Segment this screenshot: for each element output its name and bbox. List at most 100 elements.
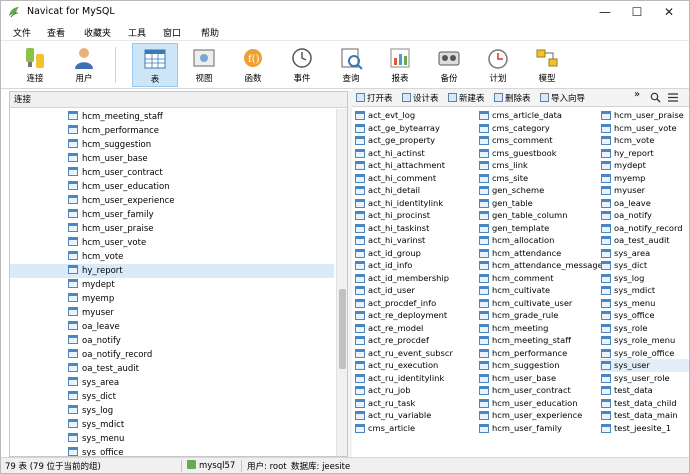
tree-table-item[interactable]: hcm_user_family [10,208,334,222]
tree-table-item[interactable]: hcm_vote [10,250,334,264]
toolbar-report-button[interactable]: 报表 [377,43,423,87]
tree-table-item[interactable]: myemp [10,292,334,306]
table-object-item[interactable]: hcm_comment [478,272,600,285]
table-object-item[interactable]: act_re_procdef [354,334,478,347]
table-object-item[interactable]: oa_leave [600,197,689,210]
import-wizard-button[interactable]: 导入向导 [540,92,585,104]
toolbar-event-button[interactable]: 事件 [279,43,325,87]
connection-tree-scrollbar[interactable] [336,109,347,456]
table-object-item[interactable]: act_ru_job [354,384,478,397]
table-object-item[interactable]: act_id_info [354,259,478,272]
tree-table-item[interactable]: hcm_suggestion [10,138,334,152]
table-object-item[interactable]: sys_user_role [600,372,689,385]
tree-table-item[interactable]: hcm_user_praise [10,222,334,236]
table-object-item[interactable]: sys_area [600,247,689,260]
table-object-item[interactable]: act_hi_comment [354,172,478,185]
table-object-item[interactable]: act_hi_varinst [354,234,478,247]
tree-table-item[interactable]: hcm_user_vote [10,236,334,250]
table-object-item[interactable]: sys_role_menu [600,334,689,347]
minimize-button[interactable]: — [589,1,621,23]
tree-table-item[interactable]: hcm_meeting_staff [10,110,334,124]
table-object-item[interactable]: act_hi_taskinst [354,222,478,235]
table-object-item[interactable]: hcm_cultivate_user [478,297,600,310]
table-object-item[interactable]: hcm_user_education [478,397,600,410]
table-object-item[interactable]: sys_menu [600,297,689,310]
search-icon[interactable] [650,92,661,103]
table-object-item[interactable]: hcm_grade_rule [478,309,600,322]
tree-table-item[interactable]: oa_leave [10,320,334,334]
table-object-item[interactable]: oa_notify_record [600,222,689,235]
table-object-item[interactable]: sys_office [600,309,689,322]
table-object-item[interactable]: gen_table_column [478,209,600,222]
table-object-item[interactable]: sys_log [600,272,689,285]
tree-table-item[interactable]: mydept [10,278,334,292]
delete-table-button[interactable]: 删除表 [494,92,531,104]
table-object-item[interactable]: act_ru_variable [354,409,478,422]
more-tools-button[interactable]: » [634,89,640,100]
table-object-item[interactable]: cms_article [354,422,478,435]
table-object-item[interactable]: hcm_allocation [478,234,600,247]
table-object-item[interactable]: oa_test_audit [600,234,689,247]
table-object-item[interactable]: act_ru_identitylink [354,372,478,385]
open-table-button[interactable]: 打开表 [356,92,393,104]
table-object-item[interactable]: gen_scheme [478,184,600,197]
tree-table-item[interactable]: hcm_user_education [10,180,334,194]
table-object-item[interactable]: act_re_model [354,322,478,335]
tree-table-item[interactable]: sys_area [10,376,334,390]
table-object-item[interactable]: hcm_user_praise [600,109,689,122]
table-object-item[interactable]: test_data_child [600,397,689,410]
table-object-item[interactable]: sys_mdict [600,284,689,297]
table-object-item[interactable]: hcm_vote [600,134,689,147]
tree-table-item[interactable]: sys_office [10,446,334,456]
table-object-item[interactable]: act_id_membership [354,272,478,285]
table-object-item[interactable]: cms_comment [478,134,600,147]
tree-table-item[interactable]: myuser [10,306,334,320]
list-view-icon[interactable] [667,92,679,103]
tree-table-item[interactable]: hy_report [10,264,334,278]
toolbar-query-button[interactable]: 查询 [328,43,374,87]
toolbar-user-button[interactable]: 用户 [61,43,107,87]
tree-table-item[interactable]: hcm_performance [10,124,334,138]
table-object-item[interactable]: act_ge_property [354,134,478,147]
table-object-item[interactable]: act_hi_actinst [354,147,478,160]
table-object-item[interactable]: act_ge_bytearray [354,122,478,135]
connection-tree[interactable]: hcm_meeting_staff hcm_performance hcm_sugg… [10,110,334,456]
table-object-item[interactable]: sys_dict [600,259,689,272]
menu-window[interactable]: 窗口 [163,26,181,39]
tree-table-item[interactable]: sys_log [10,404,334,418]
tree-table-item[interactable]: sys_mdict [10,418,334,432]
table-object-item[interactable]: sys_role_office [600,347,689,360]
table-object-item[interactable]: act_id_user [354,284,478,297]
maximize-button[interactable]: ☐ [621,1,653,23]
menu-help[interactable]: 帮助 [201,26,219,39]
tree-table-item[interactable]: sys_menu [10,432,334,446]
menu-file[interactable]: 文件 [13,26,31,39]
table-object-item[interactable]: mydept [600,159,689,172]
table-object-item[interactable]: test_data_main [600,409,689,422]
table-object-item[interactable]: cms_category [478,122,600,135]
table-object-item[interactable]: hcm_performance [478,347,600,360]
table-object-item[interactable]: act_hi_attachment [354,159,478,172]
tree-table-item[interactable]: hcm_user_contract [10,166,334,180]
table-object-item[interactable]: cms_article_data [478,109,600,122]
table-object-item[interactable]: act_ru_task [354,397,478,410]
table-object-item[interactable]: act_hi_detail [354,184,478,197]
table-object-item[interactable]: act_hi_procinst [354,209,478,222]
table-object-item[interactable]: sys_user [600,359,689,372]
tree-table-item[interactable]: hcm_user_base [10,152,334,166]
table-object-item[interactable]: hcm_meeting_staff [478,334,600,347]
table-object-item[interactable]: hcm_user_experience [478,409,600,422]
toolbar-function-button[interactable]: f() 函数 [230,43,276,87]
tree-table-item[interactable]: hcm_user_experience [10,194,334,208]
toolbar-table-button[interactable]: 表 [132,43,178,87]
table-object-item[interactable]: myuser [600,184,689,197]
table-object-item[interactable]: hcm_meeting [478,322,600,335]
table-object-item[interactable]: sys_role [600,322,689,335]
tree-table-item[interactable]: sys_dict [10,390,334,404]
table-object-item[interactable]: hcm_user_vote [600,122,689,135]
tree-table-item[interactable]: oa_notify [10,334,334,348]
new-table-button[interactable]: 新建表 [448,92,485,104]
design-table-button[interactable]: 设计表 [402,92,439,104]
menu-favorites[interactable]: 收藏夹 [84,26,111,39]
toolbar-schedule-button[interactable]: 计划 [475,43,521,87]
